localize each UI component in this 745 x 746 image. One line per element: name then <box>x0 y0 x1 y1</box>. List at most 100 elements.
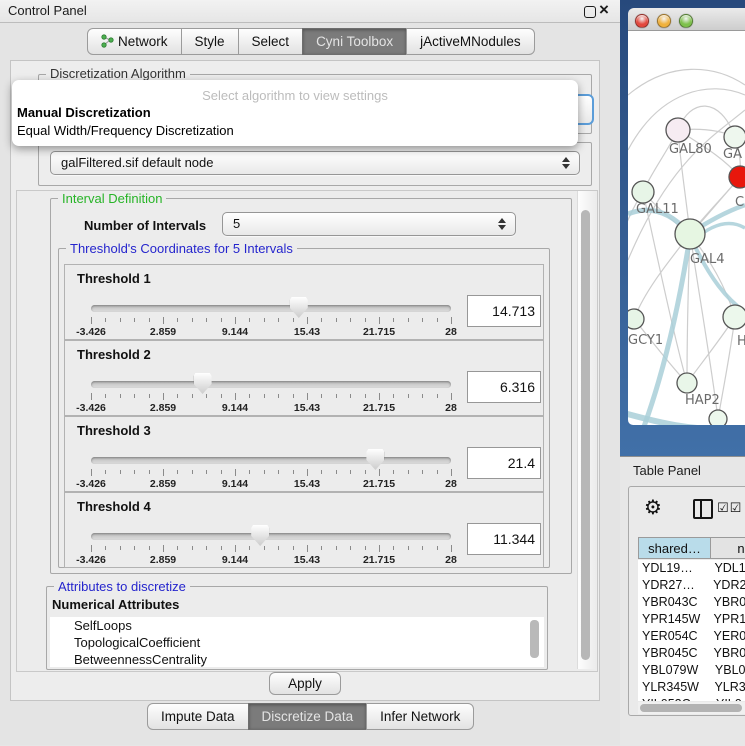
threshold-4-value-field[interactable] <box>467 523 541 555</box>
tab-jactivemnodules[interactable]: jActiveMNodules <box>406 28 535 55</box>
tick-marks <box>91 393 451 402</box>
tab-discretize-data-label: Discretize Data <box>262 709 354 724</box>
cell-name[interactable]: YER0 <box>709 628 745 645</box>
tab-impute-data[interactable]: Impute Data <box>147 703 249 730</box>
tick-marks <box>91 317 451 326</box>
window-close-button[interactable] <box>635 14 649 28</box>
tick-labels: -3.4262.8599.14415.4321.71528 <box>91 402 451 414</box>
threshold-3-slider-thumb[interactable] <box>366 449 384 470</box>
column-header-shared-name[interactable]: shared… <box>638 537 711 559</box>
threshold-4-slider-thumb[interactable] <box>251 525 269 546</box>
cell-name[interactable]: YPR1 <box>709 611 745 628</box>
tab-network[interactable]: Network <box>87 28 182 55</box>
column-header-name[interactable]: n <box>710 537 745 559</box>
network-icon <box>101 34 114 48</box>
gear-icon[interactable]: ⚙ <box>644 495 662 519</box>
threshold-3-slider-track[interactable] <box>91 457 451 464</box>
threshold-2-value-field[interactable] <box>467 371 541 403</box>
float-window-icon[interactable] <box>584 6 596 18</box>
threshold-1-slider-track[interactable] <box>91 305 451 312</box>
threshold-4-slider-track[interactable] <box>91 533 451 540</box>
cell-shared-name[interactable]: YDR27… <box>638 577 708 594</box>
cell-shared-name[interactable]: YBR043C <box>638 594 709 611</box>
node-label: GCY1 <box>628 333 663 348</box>
network-node[interactable] <box>677 373 697 393</box>
network-node[interactable] <box>723 305 745 329</box>
dropdown-option-equal-width[interactable]: Equal Width/Frequency Discretization <box>12 122 583 139</box>
tab-select[interactable]: Select <box>238 28 304 55</box>
dropdown-option-manual-discretization[interactable]: Manual Discretization <box>12 104 583 121</box>
table-row[interactable]: YDR27…YDR2 <box>638 577 745 594</box>
table-row[interactable]: YPR145WYPR1 <box>638 611 745 628</box>
dropdown-prompt: Select algorithm to view settings <box>12 88 578 103</box>
threshold-1-value-field[interactable] <box>467 295 541 327</box>
titlebar: Control Panel × <box>0 0 620 23</box>
table-data-combobox[interactable]: galFiltered.sif default node <box>50 151 580 175</box>
network-node[interactable] <box>666 118 690 142</box>
cell-name[interactable]: YDL1 <box>709 560 745 577</box>
threshold-2-slider-thumb[interactable] <box>194 373 212 394</box>
threshold-1-slider-thumb[interactable] <box>290 297 308 318</box>
table-row[interactable]: YBL079WYBL0 <box>638 662 745 679</box>
cell-name[interactable]: YDR2 <box>708 577 745 594</box>
network-window-titlebar[interactable] <box>628 8 745 31</box>
list-scrollbar-thumb[interactable] <box>530 620 539 658</box>
cell-shared-name[interactable]: YPR145W <box>638 611 709 628</box>
threshold-2-slider-track[interactable] <box>91 381 451 388</box>
window-zoom-button[interactable] <box>679 14 693 28</box>
table-hscrollbar-thumb[interactable] <box>640 704 742 712</box>
combo-arrows-icon <box>562 156 570 170</box>
network-view-canvas[interactable]: GAL80GACGAL11GAL4GCY1HHAP2 <box>628 31 745 425</box>
num-intervals-combobox[interactable]: 5 <box>222 212 516 236</box>
attribute-list-item[interactable]: SelfLoops <box>50 617 544 634</box>
table-row[interactable]: YBR045CYBR0 <box>638 645 745 662</box>
panel-scrollbar-thumb[interactable] <box>581 210 590 660</box>
network-node[interactable] <box>675 219 705 249</box>
cell-name[interactable]: YBR0 <box>709 594 745 611</box>
table-row[interactable]: YLR345WYLR3 <box>638 679 745 696</box>
threshold-3-value-field[interactable] <box>467 447 541 479</box>
select-columns-checkboxes-icon[interactable]: ☑☑ <box>717 501 742 516</box>
panel-title: Control Panel <box>8 3 87 18</box>
apply-button[interactable]: Apply <box>269 672 341 695</box>
tick-labels: -3.4262.8599.14415.4321.71528 <box>91 554 451 566</box>
cell-name[interactable]: YBR0 <box>709 645 745 662</box>
tab-discretize-data[interactable]: Discretize Data <box>248 703 368 730</box>
table-row[interactable]: YIL052CYIL0 <box>638 696 745 701</box>
tick-marks <box>91 469 451 478</box>
cell-shared-name[interactable]: YIL052C <box>638 696 711 701</box>
interval-definition-title: Interval Definition <box>58 191 166 206</box>
split-columns-icon[interactable] <box>693 499 713 519</box>
node-label: GAL80 <box>669 142 712 157</box>
cell-shared-name[interactable]: YBL079W <box>638 662 710 679</box>
close-icon[interactable]: × <box>599 0 609 20</box>
window-minimize-button[interactable] <box>657 14 671 28</box>
network-node[interactable] <box>709 410 727 425</box>
cell-shared-name[interactable]: YLR345W <box>638 679 709 696</box>
network-node[interactable] <box>628 309 644 329</box>
network-node[interactable] <box>724 126 745 148</box>
attribute-list-item[interactable]: TopologicalCoefficient <box>50 634 544 651</box>
attributes-group-title: Attributes to discretize <box>54 579 190 594</box>
table-row[interactable]: YER054CYER0 <box>638 628 745 645</box>
discretization-algorithm-title: Discretization Algorithm <box>46 66 190 81</box>
num-intervals-label: Number of Intervals <box>84 218 206 233</box>
cell-name[interactable]: YIL0 <box>711 696 742 701</box>
network-node[interactable] <box>729 166 745 188</box>
attribute-list-item[interactable]: BetweennessCentrality <box>50 651 544 667</box>
network-node[interactable] <box>632 181 654 203</box>
cell-name[interactable]: YLR3 <box>709 679 745 696</box>
tab-infer-network[interactable]: Infer Network <box>366 703 474 730</box>
tab-select-label: Select <box>252 34 290 49</box>
cell-shared-name[interactable]: YER054C <box>638 628 709 645</box>
tab-network-label: Network <box>118 34 168 49</box>
cell-name[interactable]: YBL0 <box>710 662 745 679</box>
tick-marks <box>91 545 451 554</box>
tab-cyni-toolbox[interactable]: Cyni Toolbox <box>302 28 407 55</box>
cell-shared-name[interactable]: YBR045C <box>638 645 709 662</box>
node-label: H <box>737 334 745 349</box>
table-row[interactable]: YDL19…YDL1 <box>638 560 745 577</box>
cell-shared-name[interactable]: YDL19… <box>638 560 709 577</box>
table-row[interactable]: YBR043CYBR0 <box>638 594 745 611</box>
tab-style[interactable]: Style <box>181 28 239 55</box>
